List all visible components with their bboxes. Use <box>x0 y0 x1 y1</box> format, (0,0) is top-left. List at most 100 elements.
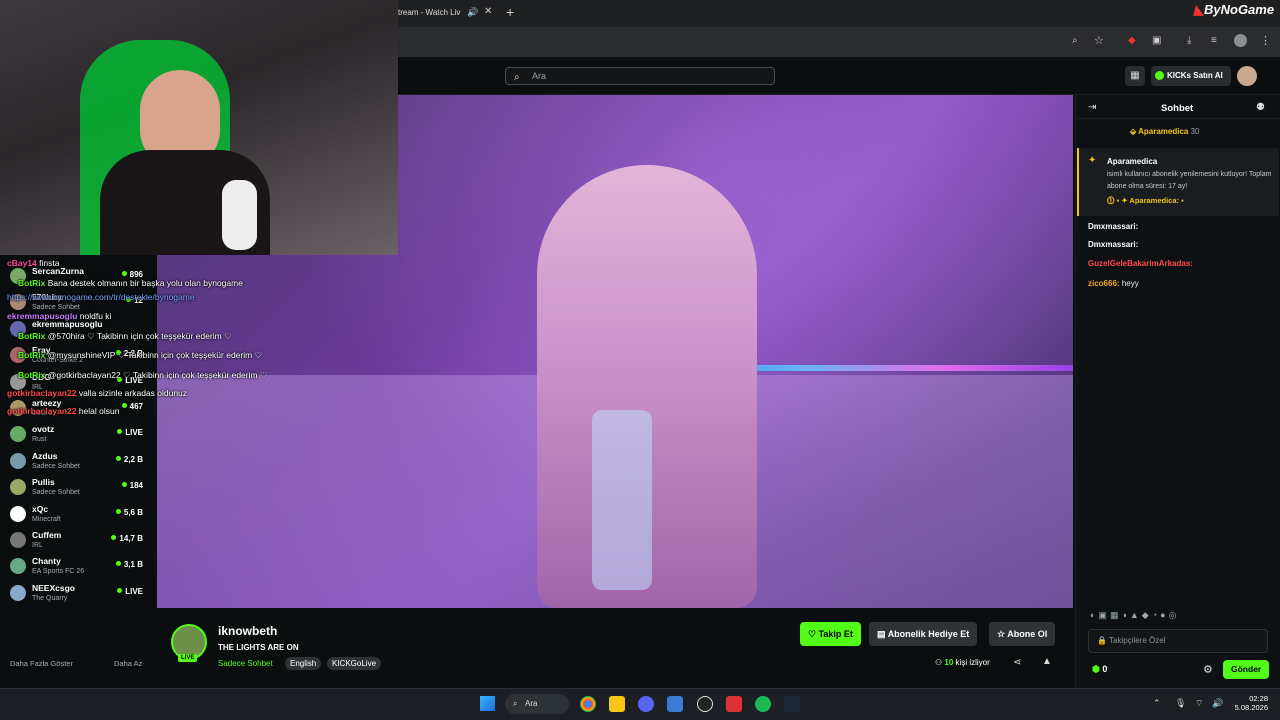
user-avatar[interactable] <box>1237 66 1257 86</box>
discord-icon[interactable] <box>638 696 654 712</box>
viewer-count-text: 467 <box>129 402 143 411</box>
chrome-icon[interactable] <box>580 696 596 712</box>
sidebar-channel-item[interactable]: Azdus Sadece Sohbet 2,2 B <box>0 448 157 474</box>
streamer-name[interactable]: iknowbeth <box>218 624 277 638</box>
water-bottle <box>592 410 652 590</box>
kicks-balance[interactable]: ⬢ 0 <box>1092 664 1107 675</box>
tag-english[interactable]: English <box>285 657 322 670</box>
collapse-chat-icon[interactable]: ⇥ <box>1088 102 1096 113</box>
file-explorer-icon[interactable] <box>609 696 625 712</box>
chat-message-user[interactable]: Dmxmassari: <box>1088 240 1138 249</box>
sidebar-channel-item[interactable]: Cuffem IRL 14,7 B <box>0 527 157 553</box>
speaker-icon[interactable]: 🔊 <box>467 7 478 18</box>
channel-viewers: 2,2 B <box>115 455 143 464</box>
overlay-chat-user: BotRix <box>18 278 46 288</box>
channel-viewers: LIVE <box>117 587 143 596</box>
sub-event-text: isimli kullanıcı abonelik yenilemesini k… <box>1107 171 1272 190</box>
settings-icon[interactable]: ⚙ <box>1203 663 1213 676</box>
channel-name: Chanty <box>32 556 61 567</box>
live-dot-icon <box>121 482 127 488</box>
emote-bar: ◐▣▦◑▲◆◔●◎ <box>1090 610 1180 620</box>
live-dot-icon <box>111 535 117 540</box>
sidebar-channel-item[interactable]: NEEXcsgo The Quarry LIVE <box>0 580 157 606</box>
profile-avatar[interactable] <box>1234 34 1247 47</box>
kicks-coin-icon <box>1155 71 1164 80</box>
network-icon[interactable]: ⌔ <box>1195 698 1203 709</box>
share-icon[interactable]: ⋖ <box>1013 657 1021 668</box>
subscribe-button[interactable]: ☆ Abone Ol <box>989 622 1056 646</box>
kicks-buy-button[interactable]: KICKs Satın Al <box>1151 66 1231 86</box>
live-dot-icon <box>115 561 121 567</box>
viewers-icon: ⚇ <box>935 658 943 667</box>
download-icon[interactable]: ⤓ <box>1187 35 1191 46</box>
browse-icon[interactable]: ▦ <box>1125 66 1145 86</box>
overlay-chat-line: ekremmapusoglu noldfu ki <box>7 311 111 321</box>
tray-chevron-icon[interactable]: ⌃ <box>1153 698 1161 709</box>
channel-viewers: 184 <box>121 481 143 490</box>
overlay-chat-user: gotkirbaclayan22 <box>7 388 77 398</box>
media-icon[interactable]: ≡ <box>1211 35 1217 46</box>
search-input[interactable]: ⌕ Ara <box>505 67 775 85</box>
lock-icon: 🔒 <box>1097 636 1107 645</box>
gift-sub-button[interactable]: ▤ Abonelik Hediye Et <box>869 622 978 646</box>
channel-name: ovotz <box>32 424 55 435</box>
viewer-count: ⚇ 10 kişi izliyor <box>935 658 990 667</box>
channel-category: Rust <box>32 436 47 444</box>
report-icon[interactable]: ▲ <box>1042 656 1052 667</box>
chat-message: GuzelGeleBakarimArkadas: <box>1088 259 1193 268</box>
tag-kickgolive[interactable]: KICKGoLive <box>327 657 382 670</box>
extension-icon[interactable]: ◆ <box>1128 35 1136 46</box>
taskbar-search[interactable]: ⌕ Ara <box>505 694 569 714</box>
chat-message-user[interactable]: zico666: <box>1088 279 1120 288</box>
show-less-link[interactable]: Daha Az <box>114 659 142 668</box>
send-button[interactable]: Gönder <box>1223 660 1270 679</box>
viewer-count-text: LIVE <box>125 428 143 438</box>
app-icon[interactable] <box>667 696 683 712</box>
start-icon[interactable] <box>480 696 495 711</box>
sidebar-channel-item[interactable]: xQc Minecraft 5,6 B <box>0 501 157 527</box>
mic-tray-icon[interactable]: 🎙 <box>1175 698 1186 709</box>
stream-title: THE LIGHTS ARE ON <box>218 643 299 652</box>
sidebar-channel-item[interactable]: Pullis Sadece Sohbet 184 <box>0 474 157 500</box>
sidebar-channel-item[interactable]: ovotz Rust LIVE <box>0 421 157 447</box>
stream-category[interactable]: Sadece Sohbet <box>218 659 273 668</box>
channel-avatar <box>10 558 26 575</box>
sidebar-channel-item[interactable]: Chanty EA Sports FC 26 3,1 B <box>0 553 157 579</box>
show-more-link[interactable]: Daha Fazla Göster <box>10 659 73 668</box>
menu-dots-icon[interactable]: ⋮ <box>1260 34 1271 47</box>
live-dot-icon <box>121 403 127 408</box>
channel-category: The Quarry <box>32 594 68 602</box>
obs-icon[interactable] <box>697 696 713 712</box>
chat-message-user[interactable]: GuzelGeleBakarimArkadas: <box>1088 259 1193 268</box>
watermark-logo: ◣ByNoGame <box>1194 2 1275 17</box>
channel-category: IRL <box>32 542 43 549</box>
puzzle-icon[interactable]: ▣ <box>1152 35 1161 46</box>
volume-icon[interactable]: 🔊 <box>1212 698 1223 709</box>
spotify-icon[interactable] <box>755 696 771 712</box>
overlay-chat-text: @gotkirbaclayan22 ♡ Takibinn için çok te… <box>47 370 268 380</box>
chat-message-user[interactable]: Dmxmassari: <box>1088 222 1138 231</box>
channel-viewers: 5,6 B <box>115 508 143 517</box>
new-tab-button[interactable]: + <box>506 4 514 20</box>
bookmark-star-icon[interactable]: ☆ <box>1094 34 1104 47</box>
channel-viewers: 14,7 B <box>111 534 143 543</box>
overlay-chat-user: ekremmapusoglu <box>7 311 78 321</box>
close-tab-icon[interactable]: ✕ <box>484 6 492 17</box>
chat-message: zico666: heyy <box>1088 279 1139 288</box>
search-icon: ⌕ <box>514 72 520 83</box>
overlay-chat-user: BotRix <box>18 370 46 380</box>
clock[interactable]: 02:28 5.08.2026 <box>1232 694 1268 712</box>
follow-button[interactable]: ♡ Takip Et <box>800 622 861 646</box>
overlay-chat-text: @570hira ♡ Takibinn için çok teşşekür ed… <box>47 331 232 341</box>
steam-icon[interactable] <box>784 696 800 712</box>
crown-icon: ⬙ <box>1130 127 1137 136</box>
browser-tab-title[interactable]: tream - Watch Liv <box>398 8 460 17</box>
app-red-icon[interactable] <box>726 696 742 712</box>
zoom-icon[interactable]: ⌕ <box>1072 35 1078 46</box>
clock-time: 02:28 <box>1249 694 1268 703</box>
overlay-chat-text: https://www.bynogame.com/tr/destekle/byn… <box>7 292 195 302</box>
gift-icon: ▤ <box>877 629 886 639</box>
chat-users-icon[interactable]: ⚉ <box>1256 102 1265 113</box>
overlay-chat-text: helal olsun <box>78 406 120 416</box>
chat-input[interactable]: 🔒 Takipçilere Özel <box>1088 629 1268 653</box>
